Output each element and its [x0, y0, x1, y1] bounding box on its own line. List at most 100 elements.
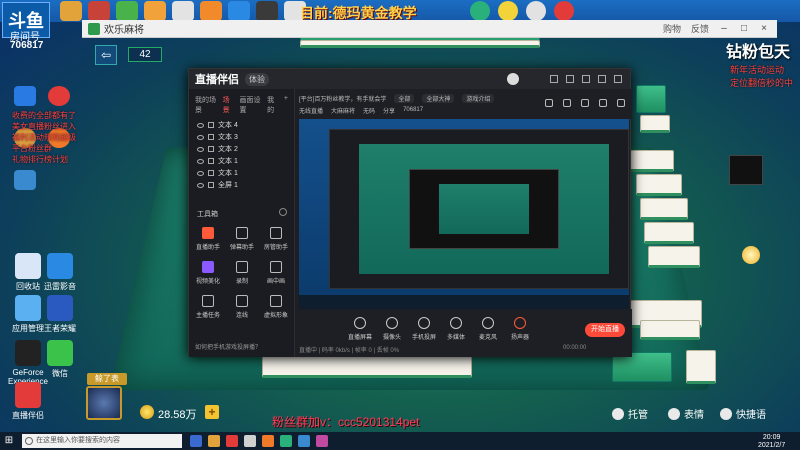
admin-icon — [270, 227, 282, 239]
category-pill[interactable]: 全部 — [394, 93, 415, 103]
tab-display[interactable]: 画面设置 — [239, 95, 261, 115]
desktop-icon-honor-of-kings[interactable]: 王者荣耀 — [36, 295, 84, 334]
media-button[interactable]: 多媒体 — [441, 317, 471, 341]
help-link[interactable]: 如何把手机游戏投屏播？ — [195, 342, 261, 351]
layer-item[interactable]: 文本 1 — [189, 167, 294, 179]
mahjong-task-icon[interactable] — [280, 435, 292, 447]
tool-record[interactable]: 录制 — [227, 261, 257, 285]
minimize-icon[interactable] — [598, 75, 606, 83]
robot-icon — [612, 407, 624, 420]
taskbar-search-input[interactable]: 在这里输入你要搜索的内容 — [22, 434, 182, 448]
emoji-icon — [668, 407, 680, 420]
user-avatar[interactable] — [507, 73, 519, 85]
stream-title[interactable]: [平台]百万粉丝教学，有手就会学 — [299, 94, 386, 103]
task-view-icon[interactable] — [190, 435, 202, 447]
layer-item[interactable]: 文本 3 — [189, 131, 294, 143]
camera-button[interactable]: 摄像头 — [377, 317, 407, 341]
player-avatar[interactable] — [86, 386, 122, 420]
add-scene-button[interactable]: + — [284, 95, 288, 115]
eye-icon — [197, 158, 204, 164]
close-icon[interactable] — [614, 75, 622, 83]
left-promo-text: 收费的全部都有了 美女直播粉丝进入 福利活动规则超级 平台粉丝群 礼物排行榜计划 — [12, 111, 76, 164]
room-id: 706817 — [10, 40, 44, 51]
tab-my-scene[interactable]: 我的场景 — [195, 95, 217, 115]
phone-cast-button[interactable]: 手机投屏 — [409, 317, 439, 341]
media-player-icon — [47, 253, 73, 279]
tool-pip[interactable]: 画中画 — [261, 261, 291, 285]
eye-icon — [197, 170, 204, 176]
quality-label: 无码 — [363, 108, 376, 115]
media-task-icon[interactable] — [244, 435, 256, 447]
desktop-icon-wechat[interactable]: 微信 — [36, 340, 84, 379]
share-icon[interactable] — [617, 99, 625, 107]
eye-icon — [197, 182, 204, 188]
windows-taskbar: ⊞ 在这里输入你要搜索的内容 — [0, 432, 800, 450]
add-coins-button[interactable]: + — [205, 405, 219, 419]
avatar-icon — [270, 295, 282, 307]
stream-status: 直播中 | 码率 0kb/s | 帧率 0 | 丢帧 0% — [299, 348, 400, 354]
app-task-icon[interactable] — [316, 435, 328, 447]
speaker-button[interactable]: 扬声器 — [505, 317, 535, 341]
exit-door-icon[interactable]: ⇦ — [95, 45, 117, 65]
windows-start-icon[interactable]: ⊞ — [0, 432, 18, 450]
maximize-icon[interactable]: □ — [739, 23, 749, 34]
app-header: 直播伴侣 体验 — [189, 69, 630, 89]
gear-icon[interactable] — [279, 208, 287, 216]
browser-task-icon[interactable] — [298, 435, 310, 447]
share-link[interactable]: 分享 — [383, 106, 395, 115]
clock[interactable]: 20:09 2021/2/7 — [758, 434, 785, 450]
feedback-link[interactable]: 反馈 — [691, 22, 709, 35]
tool-avatar[interactable]: 虚拟形象 — [261, 295, 291, 319]
live-companion-icon — [15, 382, 41, 408]
banner-right-icons — [470, 1, 574, 21]
tab-scene[interactable]: 场景 — [223, 95, 234, 115]
stream-preview — [299, 119, 629, 309]
tool-danmaku[interactable]: 弹幕助手 — [227, 227, 257, 251]
monitor-icon — [354, 317, 366, 329]
layer-item[interactable]: 文本 2 — [189, 143, 294, 155]
mail-icon[interactable] — [566, 75, 574, 83]
menu-icon[interactable] — [582, 75, 590, 83]
live-companion-task-icon[interactable] — [226, 435, 238, 447]
shop-link[interactable]: 购物 — [663, 22, 681, 35]
mic-button[interactable]: 麦克风 — [473, 317, 503, 341]
screen-capture-button[interactable]: 直播屏幕 — [345, 317, 375, 341]
layer-item[interactable]: 文本 4 — [189, 119, 294, 131]
minimize-icon[interactable]: – — [719, 23, 729, 34]
checkbox-icon — [208, 134, 214, 140]
start-live-button[interactable]: 开始直播 — [585, 323, 625, 337]
game-task-icon[interactable] — [262, 435, 274, 447]
live-companion-window: 直播伴侣 体验 我的场景 场景 画面设置 我的 + 文本 4 文本 3 文本 2 — [188, 68, 632, 357]
auto-play-button[interactable]: 托管 — [612, 406, 648, 421]
trash-icon[interactable] — [599, 99, 607, 107]
pip-icon — [270, 261, 282, 273]
side-thumbnail[interactable] — [729, 155, 763, 185]
tool-connect[interactable]: 连线 — [227, 295, 257, 319]
lock-icon[interactable] — [563, 99, 571, 107]
quick-chat-button[interactable]: 快捷语 — [720, 406, 766, 421]
tool-room-admin[interactable]: 房管助手 — [261, 227, 291, 251]
subcategory-pill[interactable]: 全部大神 — [422, 93, 455, 103]
tab-mine[interactable]: 我的 — [267, 95, 278, 115]
connect-icon — [236, 295, 248, 307]
emoji-button[interactable]: 表情 — [668, 406, 704, 421]
copy-icon[interactable] — [581, 99, 589, 107]
desktop-icon-xunlei[interactable]: 迅雷影音 — [36, 253, 84, 292]
tool-beauty[interactable]: 视频美化 — [193, 261, 223, 285]
layer-item[interactable]: 文本 1 — [189, 155, 294, 167]
desktop-icon-live-companion[interactable]: 直播伴侣 — [4, 382, 52, 421]
banner-icon-row — [60, 1, 306, 21]
assistant-icon — [202, 227, 214, 239]
settings-icon[interactable] — [550, 75, 558, 83]
hint-bulb-icon[interactable] — [742, 246, 760, 264]
tool-tasks[interactable]: 主播任务 — [193, 295, 223, 319]
game-pill[interactable]: 游戏介绍 — [462, 93, 495, 103]
file-explorer-icon[interactable] — [208, 435, 220, 447]
coin-balance: 28.58万 — [158, 409, 197, 421]
record-icon — [236, 261, 248, 273]
close-icon[interactable]: × — [759, 23, 769, 34]
layer-item[interactable]: 全屏 1 — [189, 179, 294, 191]
tool-live-assistant[interactable]: 直播助手 — [193, 227, 223, 251]
layout-icon[interactable] — [545, 99, 553, 107]
wechat-watermark: 粉丝群加v：ccc5201314pet — [272, 415, 420, 429]
